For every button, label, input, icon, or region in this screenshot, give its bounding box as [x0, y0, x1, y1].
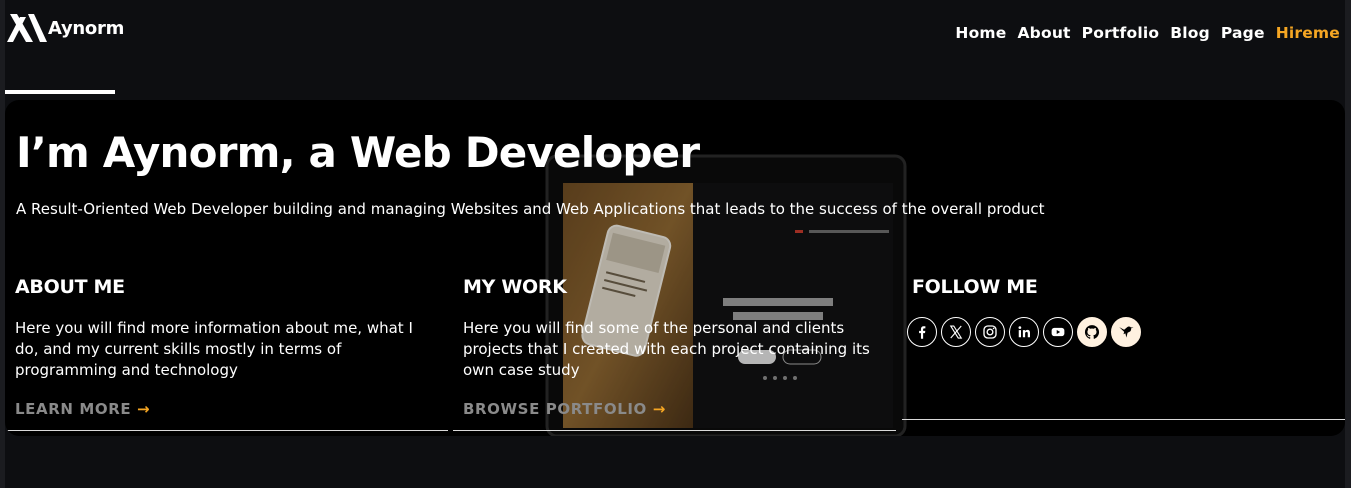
social-links: [907, 317, 1141, 347]
hero-subtitle: A Result-Oriented Web Developer building…: [16, 200, 1045, 218]
learn-more-label: LEARN MORE: [15, 400, 132, 418]
hummingbird-icon[interactable]: [1111, 317, 1141, 347]
follow-column-divider: [902, 419, 1345, 420]
arrow-right-icon: →: [137, 400, 151, 418]
work-column-divider: [453, 430, 896, 431]
about-text: Here you will find more information abou…: [15, 319, 413, 379]
youtube-icon[interactable]: [1043, 317, 1073, 347]
my-work-column: MY WORK Here you will find some of the p…: [463, 276, 888, 418]
instagram-icon[interactable]: [975, 317, 1005, 347]
work-text: Here you will find some of the personal …: [463, 319, 870, 379]
follow-heading: FOLLOW ME: [912, 276, 1038, 298]
browse-portfolio-label: BROWSE PORTFOLIO: [463, 400, 647, 418]
nav-page[interactable]: Page: [1221, 24, 1265, 42]
hero-section: I’m Aynorm, a Web Developer A Result-Ori…: [5, 100, 1345, 436]
arrow-right-icon: →: [652, 400, 666, 418]
nav-about[interactable]: About: [1017, 24, 1070, 42]
logo-mark-icon: [7, 14, 47, 42]
nav-blog[interactable]: Blog: [1170, 24, 1210, 42]
brand-name: Aynorm: [48, 17, 125, 39]
follow-me-column: FOLLOW ME: [907, 276, 1141, 347]
nav-home[interactable]: Home: [955, 24, 1006, 42]
about-column-divider: [5, 430, 448, 431]
learn-more-link[interactable]: LEARN MORE →: [15, 400, 150, 418]
nav-hireme[interactable]: Hireme: [1276, 24, 1340, 42]
x-twitter-icon[interactable]: [941, 317, 971, 347]
work-heading: MY WORK: [463, 276, 567, 298]
main-nav: Home About Portfolio Blog Page Hireme: [955, 24, 1340, 42]
browse-portfolio-link[interactable]: BROWSE PORTFOLIO →: [463, 400, 666, 418]
linkedin-icon[interactable]: [1009, 317, 1039, 347]
about-me-column: ABOUT ME Here you will find more informa…: [15, 276, 440, 418]
header-divider-bar: [5, 90, 115, 94]
hero-title: I’m Aynorm, a Web Developer: [16, 128, 700, 177]
about-heading: ABOUT ME: [15, 276, 125, 298]
nav-portfolio[interactable]: Portfolio: [1082, 24, 1160, 42]
github-icon[interactable]: [1077, 317, 1107, 347]
page-edge-right: [1345, 0, 1351, 488]
facebook-icon[interactable]: [907, 317, 937, 347]
brand-logo[interactable]: Aynorm: [7, 14, 124, 42]
